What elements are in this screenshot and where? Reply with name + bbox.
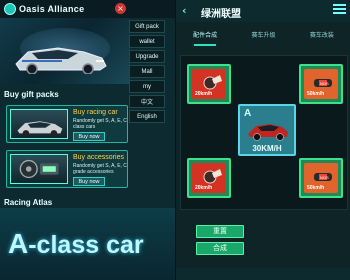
compose-button[interactable]: 合成 [196,242,244,255]
synthesis-result-card[interactable]: A 30KM/H [238,104,296,156]
synthesis-board: 20km/h NOS 50km/h A 30KM/H 20km/h NOS 50… [180,55,348,210]
side-menu: Gift pack wallet Upgrade Mall my 中文 Engl… [129,20,165,123]
atlas-title: Racing Atlas [4,198,53,207]
app-title: Oasis Alliance [19,4,85,14]
nos-part-icon: NOS [314,173,332,181]
hero-banner [0,18,130,84]
turbo-part-icon [203,169,222,184]
bottom-bar [176,268,350,280]
pack-racing-car: Buy racing car Randomly get S, A, E, C c… [6,105,128,143]
slot-top-right[interactable]: NOS 50km/h [299,64,343,104]
accessories-image [10,154,68,184]
menu-english[interactable]: English [129,110,165,123]
atlas-banner[interactable]: A-class car [0,208,175,280]
gift-section-title: Buy gift packs [4,90,59,99]
svg-text:NOS: NOS [320,175,329,180]
slot-bottom-right[interactable]: NOS 50km/h [299,158,343,198]
slot-speed-label: 50km/h [307,91,325,97]
left-header: Oasis Alliance × [0,0,175,18]
close-icon[interactable]: × [115,3,126,14]
buy-accessories-button[interactable]: Buy now [73,177,105,186]
right-panel: ‹ 绿洲联盟 配件合成 赛车升级 赛车改装 20km/h NOS 50km/h … [175,0,350,280]
tab-parts-synthesis[interactable]: 配件合成 [176,28,234,46]
menu-icon[interactable] [333,4,346,16]
menu-chinese[interactable]: 中文 [129,95,165,108]
pack-accessories: Buy accessories Randomly get S, A, E, C … [6,150,128,188]
menu-gift-pack[interactable]: Gift pack [129,20,165,33]
slot-top-left[interactable]: 20km/h [187,64,231,104]
pack-name: Buy racing car [73,109,118,116]
tab-car-upgrade[interactable]: 赛车升级 [234,28,292,46]
reset-button[interactable]: 重置 [196,225,244,238]
menu-my[interactable]: my [129,80,165,93]
menu-upgrade[interactable]: Upgrade [129,50,165,63]
speed-label: 30KM/H [252,144,282,153]
turbo-part-icon [203,75,222,90]
slot-bottom-left[interactable]: 20km/h [187,158,231,198]
pack-desc: Randomly get S, A, E, C class cars [73,118,127,130]
left-panel: Oasis Alliance × Gift pack wallet Upgrad… [0,0,175,280]
hero-car-image [15,47,107,74]
app-root: Oasis Alliance × Gift pack wallet Upgrad… [0,0,350,280]
racing-car-image [10,109,68,139]
app-logo [4,3,16,15]
sports-car-image [248,124,288,141]
pack-desc: Randomly get S, A, E, C grade accessorie… [73,163,127,175]
menu-mall[interactable]: Mall [129,65,165,78]
slot-speed-label: 50km/h [307,185,325,191]
pack-name: Buy accessories [73,154,124,161]
buy-racing-car-button[interactable]: Buy now [73,132,105,141]
atlas-heading: A-class car [8,228,144,259]
nos-part-icon: NOS [314,79,332,87]
page-title: 绿洲联盟 [201,9,241,20]
tabs: 配件合成 赛车升级 赛车改装 [176,28,350,46]
tab-car-modify[interactable]: 赛车改装 [293,28,350,46]
slot-speed-label: 20km/h [195,91,213,97]
back-arrow-icon[interactable]: ‹ [182,4,187,17]
slot-speed-label: 20km/h [195,185,213,191]
menu-wallet[interactable]: wallet [129,35,165,48]
right-header: ‹ 绿洲联盟 [176,0,350,22]
svg-text:NOS: NOS [320,81,329,86]
